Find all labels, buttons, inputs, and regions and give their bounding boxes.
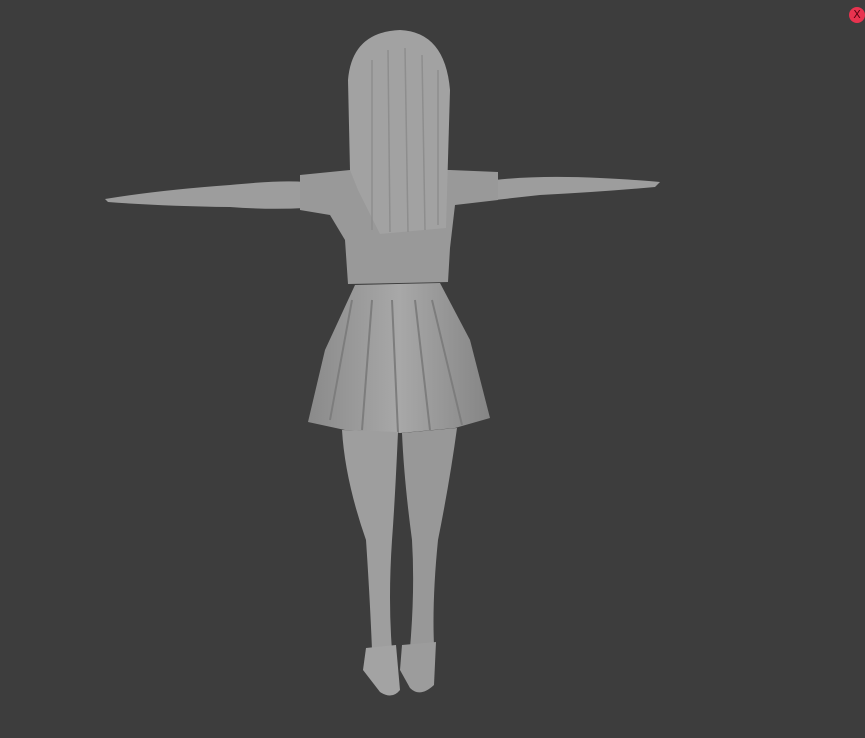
right-arm (495, 176, 660, 200)
left-shoe (363, 645, 400, 696)
skirt (308, 283, 490, 433)
right-leg (402, 428, 457, 648)
3d-viewport[interactable] (0, 0, 865, 734)
character-model (105, 30, 660, 696)
left-arm (105, 181, 305, 209)
left-leg (342, 430, 398, 650)
close-icon: X (853, 8, 861, 21)
close-button[interactable]: X (849, 7, 865, 23)
right-shoe (400, 642, 436, 693)
